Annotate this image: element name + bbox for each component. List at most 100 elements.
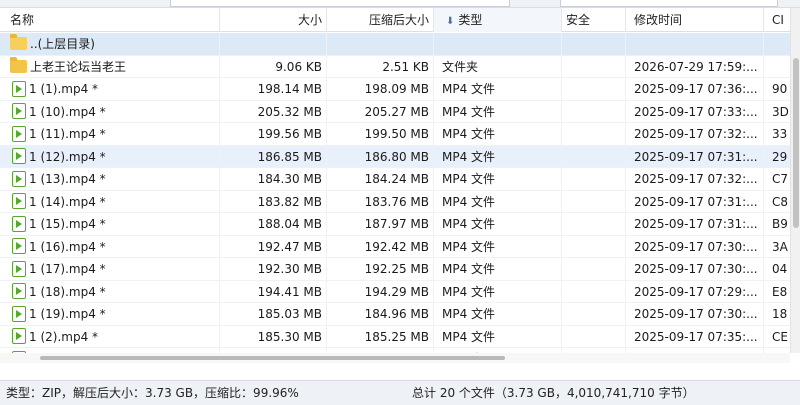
table-row[interactable]: 1 (18).mp4 * 194.41 MB 194.29 MB MP4 文件 2025… (0, 280, 790, 303)
video-file-icon (12, 193, 26, 209)
row-size: 183.82 MB (220, 190, 327, 213)
row-size: 185.03 MB (220, 303, 327, 325)
row-modified: 2026-07-29 17:59:... (626, 55, 764, 78)
row-modified: 2025-09-17 07:30:... (626, 258, 764, 280)
row-security (562, 168, 626, 190)
video-file-icon (12, 80, 26, 97)
row-compressed-size: 186.80 MB (327, 145, 434, 168)
column-size-header[interactable]: 大小 (220, 8, 327, 32)
row-compressed-size: 205.27 MB (327, 100, 434, 123)
row-compressed-size: 184.24 MB (327, 168, 434, 190)
file-list-view: 名称 大小 压缩后大小 ⬇ 类型 安全 修改时间 CI ..(上层目录) 上老王论坛… (0, 8, 790, 353)
table-row[interactable]: 1 (10).mp4 * 205.32 MB 205.27 MB MP4 文件 2025… (0, 100, 790, 123)
video-file-icon (12, 215, 26, 232)
vertical-scroll-thumb[interactable] (793, 58, 799, 228)
table-row[interactable]: 1 (15).mp4 * 188.04 MB 187.97 MB MP4 文件 2025… (0, 213, 790, 236)
row-security (562, 235, 626, 258)
status-total-info: 总计 20 个文件（3.73 GB，4,010,741,710 字节） (412, 386, 695, 400)
table-row[interactable]: 1 (14).mp4 * 183.82 MB 183.76 MB MP4 文件 2025… (0, 190, 790, 213)
row-name-cell: 1 (19).mp4 * (0, 303, 220, 325)
table-row[interactable]: 1 (13).mp4 * 184.30 MB 184.24 MB MP4 文件 2025… (0, 168, 790, 191)
row-modified: 2025-09-17 07:33:... (626, 100, 764, 123)
column-security-header[interactable]: 安全 (562, 8, 626, 32)
row-type: 文件夹 (434, 55, 562, 78)
search-field-edge[interactable] (560, 0, 778, 7)
row-name: 1 (15).mp4 * (29, 217, 106, 231)
row-name-cell: 1 (17).mp4 * (0, 258, 220, 280)
row-security (562, 258, 626, 280)
row-compressed-size (327, 33, 434, 55)
column-name-label: 名称 (10, 13, 35, 27)
row-type (434, 33, 562, 55)
row-security (562, 145, 626, 168)
row-size: 205.32 MB (220, 100, 327, 123)
row-modified: 2025-09-17 07:31:... (626, 190, 764, 213)
table-row[interactable]: 1 (2).mp4 * 185.30 MB 185.25 MB MP4 文件 2025-… (0, 325, 790, 348)
row-crc: CE (772, 329, 788, 344)
row-size: 198.14 MB (220, 78, 327, 100)
table-row[interactable]: 1 (16).mp4 * 192.47 MB 192.42 MB MP4 文件 2025… (0, 235, 790, 258)
column-name-header[interactable]: 名称 (0, 8, 220, 32)
row-security (562, 33, 626, 55)
row-name: 1 (14).mp4 * (29, 194, 106, 209)
row-size: 192.47 MB (220, 235, 327, 258)
table-row[interactable]: 1 (17).mp4 * 192.30 MB 192.25 MB MP4 文件 2025… (0, 258, 790, 281)
parent-directory-row[interactable]: ..(上层目录) (0, 33, 790, 56)
row-type: MP4 文件 (434, 168, 562, 190)
row-compressed-size: 187.97 MB (327, 213, 434, 235)
row-compressed-size: 185.25 MB (327, 325, 434, 348)
row-name-cell: 1 (15).mp4 * (0, 213, 220, 235)
sort-descending-icon: ⬇ (446, 16, 455, 27)
vertical-scrollbar[interactable] (790, 8, 800, 353)
path-field-edge[interactable] (170, 0, 510, 7)
row-security (562, 55, 626, 78)
column-type-header[interactable]: ⬇ 类型 (434, 8, 562, 32)
table-row[interactable]: 1 (1).mp4 * 198.14 MB 198.09 MB MP4 文件 2025-… (0, 78, 790, 101)
row-compressed-size: 198.09 MB (327, 78, 434, 100)
row-compressed-size: 194.29 MB (327, 280, 434, 303)
folder-icon (10, 56, 27, 73)
row-name: 1 (12).mp4 * (29, 149, 106, 164)
row-type: MP4 文件 (434, 145, 562, 168)
column-compressed-label: 压缩后大小 (368, 13, 429, 27)
row-crc: 04 (772, 262, 788, 276)
row-compressed-size: 183.76 MB (327, 190, 434, 213)
row-size: 188.04 MB (220, 213, 327, 235)
video-file-icon (12, 260, 26, 277)
row-size: 194.41 MB (220, 280, 327, 303)
row-type: MP4 文件 (434, 100, 562, 123)
column-modified-header[interactable]: 修改时间 (626, 8, 764, 32)
row-name: 上老王论坛当老王 (30, 59, 127, 74)
row-type: MP4 文件 (434, 235, 562, 258)
row-type: MP4 文件 (434, 78, 562, 100)
row-modified: 2025-09-17 07:30:... (626, 235, 764, 258)
row-crc (764, 56, 790, 78)
row-name: 1 (18).mp4 * (29, 284, 106, 299)
row-name-cell: 1 (1).mp4 * (0, 78, 220, 100)
folder-row[interactable]: 上老王论坛当老王 9.06 KB 2.51 KB 文件夹 2026-07-29 17:5… (0, 55, 790, 78)
row-compressed-size: 192.42 MB (327, 235, 434, 258)
row-name: 1 (13).mp4 * (29, 172, 106, 186)
folder-up-icon (10, 34, 27, 50)
row-compressed-size: 2.51 KB (327, 55, 434, 78)
horizontal-scrollbar[interactable] (0, 353, 790, 363)
row-security (562, 280, 626, 303)
row-security (562, 123, 626, 145)
row-size: 192.30 MB (220, 258, 327, 280)
table-row[interactable]: 1 (12).mp4 * 186.85 MB 186.80 MB MP4 文件 2025… (0, 145, 790, 168)
horizontal-scroll-thumb[interactable] (40, 356, 505, 360)
row-name-cell: 1 (2).mp4 * (0, 325, 220, 348)
video-file-icon (12, 148, 26, 164)
column-compressed-header[interactable]: 压缩后大小 (327, 8, 434, 32)
column-crc-header[interactable]: CI (764, 8, 790, 32)
row-crc: 3D (772, 104, 789, 119)
row-name-cell: 1 (11).mp4 * (0, 123, 220, 145)
row-compressed-size: 199.50 MB (327, 123, 434, 145)
video-file-icon (12, 103, 26, 119)
row-security (562, 325, 626, 348)
row-name: 1 (1).mp4 * (29, 82, 99, 96)
table-row[interactable]: 1 (11).mp4 * 199.56 MB 199.50 MB MP4 文件 2025… (0, 123, 790, 146)
top-toolbar-strip (0, 0, 800, 8)
row-name-cell: 1 (12).mp4 * (0, 145, 220, 168)
table-row[interactable]: 1 (19).mp4 * 185.03 MB 184.96 MB MP4 文件 2025… (0, 303, 790, 326)
